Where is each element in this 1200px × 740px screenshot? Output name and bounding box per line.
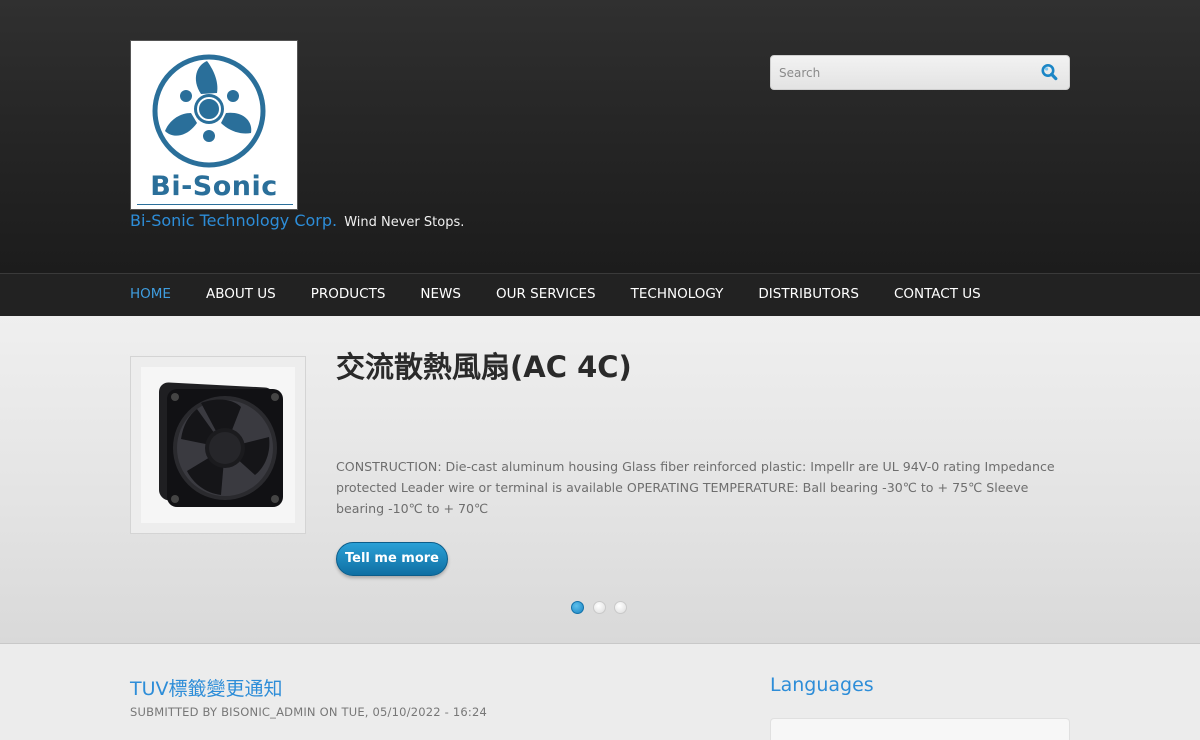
- nav-item-distributors[interactable]: DISTRIBUTORS: [758, 274, 859, 316]
- nav-item-home[interactable]: HOME: [130, 274, 171, 316]
- logo-wordmark: Bi-Sonic: [150, 171, 278, 202]
- product-image: [141, 367, 295, 523]
- slider-dot-1[interactable]: [571, 601, 584, 614]
- nav-item-our-services[interactable]: OUR SERVICES: [496, 274, 596, 316]
- nav-item-about-us[interactable]: ABOUT US: [206, 274, 276, 316]
- nav-item-products[interactable]: PRODUCTS: [311, 274, 386, 316]
- site-name-line: Bi-Sonic Technology Corp. Wind Never Sto…: [130, 211, 464, 230]
- languages-block: [770, 718, 1070, 740]
- nav-item-news[interactable]: NEWS: [420, 274, 461, 316]
- sidebar-languages-title: Languages: [770, 674, 874, 696]
- search-box: [770, 55, 1070, 90]
- main-navigation: HOME ABOUT US PRODUCTS NEWS OUR SERVICES…: [0, 273, 1200, 316]
- featured-slider: 交流散熱風扇(AC 4C) CONSTRUCTION: Die-cast alu…: [0, 316, 1200, 644]
- site-logo[interactable]: Bi-Sonic: [130, 40, 298, 210]
- search-button[interactable]: [1039, 62, 1061, 84]
- site-header: Bi-Sonic Bi-Sonic Technology Corp. Wind …: [0, 0, 1200, 273]
- slider-dot-2[interactable]: [592, 601, 606, 614]
- slide-description: CONSTRUCTION: Die-cast aluminum housing …: [336, 459, 1055, 516]
- site-slogan: Wind Never Stops.: [344, 215, 465, 230]
- article-meta: SUBMITTED BY BISONIC_ADMIN ON TUE, 05/10…: [130, 705, 487, 719]
- logo-underline: [137, 204, 293, 205]
- nav-item-technology[interactable]: TECHNOLOGY: [631, 274, 724, 316]
- product-image-frame[interactable]: [130, 356, 306, 534]
- search-input[interactable]: [779, 63, 1029, 83]
- tell-me-more-button[interactable]: Tell me more: [336, 542, 448, 576]
- magnifier-icon: [1041, 64, 1058, 81]
- axial-fan-image: [159, 382, 283, 507]
- site-name[interactable]: Bi-Sonic Technology Corp.: [130, 211, 337, 230]
- nav-item-contact-us[interactable]: CONTACT US: [894, 274, 981, 316]
- slider-pager: [571, 601, 636, 614]
- article-title[interactable]: TUV標籤變更通知: [130, 674, 283, 701]
- slide-title[interactable]: 交流散熱風扇(AC 4C): [336, 344, 632, 386]
- slider-dot-3[interactable]: [614, 601, 627, 614]
